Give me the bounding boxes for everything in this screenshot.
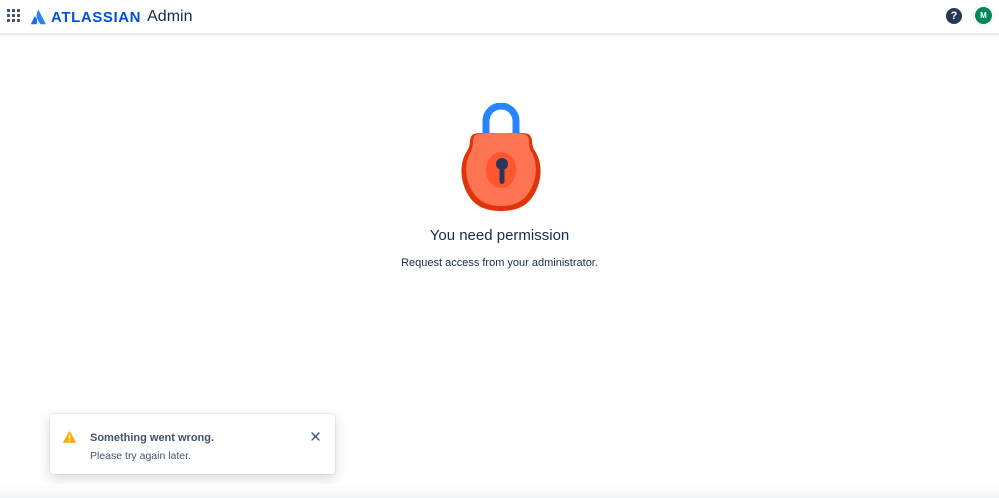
warning-icon — [63, 431, 76, 443]
close-icon[interactable] — [309, 430, 322, 443]
flag-title: Something went wrong. — [90, 432, 215, 444]
atlassian-admin-logo[interactable]: ATLASSIAN Admin — [31, 7, 192, 27]
brand-wordmark: ATLASSIAN — [51, 8, 142, 26]
app-switcher-grid-icon[interactable] — [7, 9, 21, 23]
page-bottom-edge — [0, 484, 999, 498]
flag-description: Please try again later. — [90, 450, 191, 462]
atlassian-logo-icon — [31, 10, 46, 25]
page-title: You need permission — [429, 227, 570, 244]
top-navigation: ATLASSIAN Admin ? M — [0, 0, 999, 35]
question-circle-icon[interactable]: ? — [946, 8, 962, 24]
avatar[interactable]: M — [975, 7, 992, 24]
product-name: Admin — [147, 8, 193, 25]
padlock-icon — [461, 103, 541, 211]
error-flag: Something went wrong. Please try again l… — [50, 414, 335, 474]
page-description: Request access from your administrator. — [401, 257, 598, 269]
